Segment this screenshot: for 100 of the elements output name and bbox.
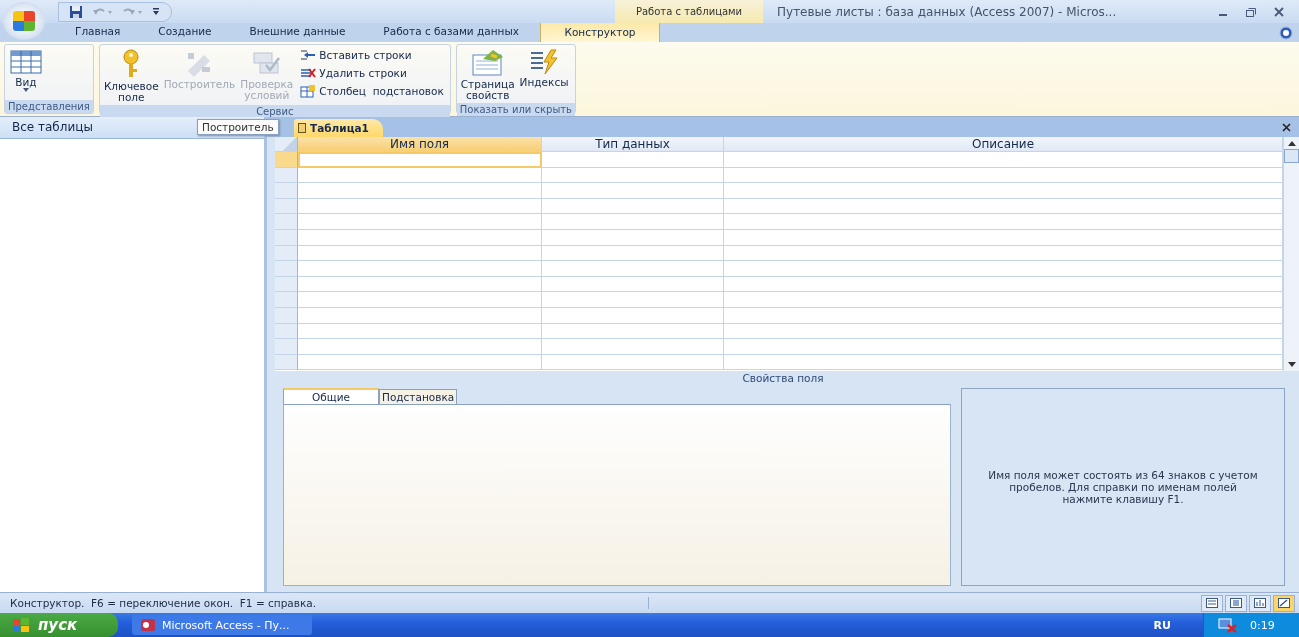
windows-flag-icon [12, 617, 30, 633]
row-selector[interactable] [275, 339, 298, 355]
validation-icon [251, 49, 282, 77]
ribbon-tab[interactable]: Конструктор [539, 22, 660, 42]
grid-cell[interactable] [542, 261, 724, 277]
grid-cell[interactable] [542, 214, 724, 230]
ribbon-button[interactable]: Удалить строки [300, 65, 444, 80]
grid-cell[interactable] [542, 354, 724, 371]
ribbon-button[interactable]: Страница свойств [458, 47, 517, 103]
grid-cell[interactable] [298, 307, 542, 324]
grid-cell[interactable] [298, 292, 542, 308]
row-selector[interactable] [275, 261, 298, 277]
grid-cell[interactable] [724, 323, 1283, 340]
grid-cell[interactable] [542, 276, 724, 293]
grid-cell[interactable] [542, 307, 724, 324]
network-icon[interactable] [1218, 617, 1238, 633]
grid-cell[interactable] [298, 245, 542, 262]
grid-cell[interactable] [542, 198, 724, 215]
grid-cell[interactable] [724, 167, 1283, 184]
help-icon[interactable] [1279, 25, 1293, 40]
group-label: Представления [5, 100, 93, 113]
view-icon [1278, 598, 1290, 608]
grid-cell[interactable] [542, 152, 724, 168]
row-selector[interactable] [275, 292, 298, 308]
grid-cell[interactable] [724, 354, 1283, 371]
grid-cell[interactable] [298, 339, 542, 355]
ribbon-tab[interactable]: Создание [139, 22, 231, 41]
grid-cell[interactable] [724, 307, 1283, 324]
ribbon-tab[interactable]: Работа с базами данных [364, 22, 538, 41]
ribbon-button[interactable]: Вид [7, 47, 45, 94]
taskbar-button[interactable]: Microsoft Access - Пу... [132, 615, 312, 635]
grid-cell[interactable] [724, 152, 1283, 168]
ribbon-button[interactable]: Вставить строки [300, 47, 444, 62]
save-icon[interactable] [69, 4, 83, 19]
close-icon[interactable] [1282, 123, 1291, 132]
ribbon-tab[interactable]: Внешние данные [230, 22, 365, 41]
properties-tab[interactable]: Подстановка [379, 389, 458, 404]
tooltip: Построитель [197, 119, 279, 135]
office-button[interactable] [3, 2, 45, 40]
grid-cell[interactable] [724, 229, 1283, 246]
grid-cell[interactable] [724, 214, 1283, 230]
insert-rows-icon [300, 48, 317, 61]
table-icon [10, 49, 42, 75]
grid-cell[interactable] [542, 229, 724, 246]
select-all-corner[interactable] [275, 137, 298, 152]
status-text: Конструктор. F6 = переключение окон. F1 = справка. [0, 597, 649, 609]
grid-cell[interactable] [298, 229, 542, 246]
view-button[interactable] [1201, 594, 1223, 612]
ribbon-button[interactable]: Столбец подстановок [300, 83, 444, 98]
contextual-tab-label: Работа с таблицами [635, 6, 743, 17]
view-button[interactable] [1249, 594, 1271, 612]
grid-cell[interactable] [542, 245, 724, 262]
grid-cell[interactable] [724, 198, 1283, 215]
language-indicator[interactable]: RU [1153, 618, 1171, 632]
grid-cell[interactable] [542, 323, 724, 340]
close-icon[interactable] [1273, 5, 1285, 18]
view-icon [1206, 598, 1218, 608]
grid-cell[interactable] [724, 245, 1283, 262]
row-selector[interactable] [275, 214, 298, 230]
restore-icon[interactable] [1245, 5, 1257, 18]
grid-cell[interactable] [724, 276, 1283, 293]
scrollbar[interactable] [1283, 137, 1299, 371]
dropdown-caret-icon [23, 88, 29, 92]
property-sheet-icon [470, 49, 505, 77]
grid-cell[interactable] [298, 261, 542, 277]
grid-cell[interactable] [542, 183, 724, 199]
column-header[interactable]: Имя поля [298, 137, 542, 152]
properties-tab[interactable]: Общие [283, 388, 379, 404]
grid-cell[interactable] [298, 354, 542, 371]
grid-cell[interactable] [724, 292, 1283, 308]
grid-cell[interactable] [542, 339, 724, 355]
ribbon-tab[interactable]: Главная [56, 22, 140, 41]
grid-cell[interactable] [298, 152, 542, 168]
view-button[interactable] [1225, 594, 1247, 612]
grid-cell[interactable] [298, 214, 542, 230]
row-selector[interactable] [275, 152, 298, 168]
group-label: Показать или скрыть [456, 103, 575, 116]
delete-rows-icon [300, 66, 317, 79]
grid-cell[interactable] [542, 292, 724, 308]
button-label: Вид [15, 77, 37, 88]
column-header[interactable]: Описание [724, 137, 1283, 152]
row-selector[interactable] [275, 183, 298, 199]
ribbon-button[interactable]: Ключевое поле [101, 47, 161, 105]
scroll-thumb[interactable] [1284, 149, 1299, 163]
ribbon-button[interactable]: Индексы [517, 47, 571, 90]
grid-cell[interactable] [298, 183, 542, 199]
grid-cell[interactable] [724, 261, 1283, 277]
document-tab[interactable]: Таблица1 [294, 119, 383, 137]
grid-cell[interactable] [542, 167, 724, 184]
view-button[interactable] [1273, 594, 1295, 612]
grid-cell[interactable] [298, 276, 542, 293]
window-title: Путевые листы : база данных (Access 2007) - Micros... [777, 4, 1118, 19]
column-header[interactable]: Тип данных [542, 137, 724, 152]
table-icon [298, 123, 306, 133]
grid-cell[interactable] [298, 323, 542, 340]
customize-icon[interactable] [151, 6, 161, 17]
grid-cell[interactable] [724, 339, 1283, 355]
grid-cell[interactable] [298, 198, 542, 215]
grid-cell[interactable] [298, 167, 542, 184]
grid-cell[interactable] [724, 183, 1283, 199]
